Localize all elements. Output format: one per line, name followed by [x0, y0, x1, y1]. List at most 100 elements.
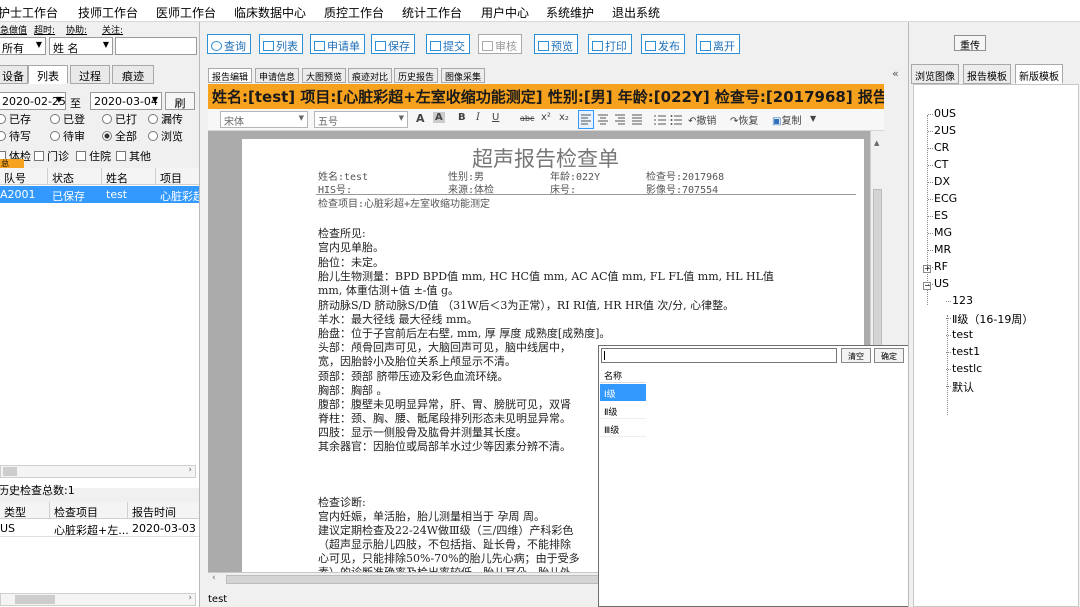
- history-horizontal-scrollbar[interactable]: ›: [0, 593, 196, 606]
- justify-button[interactable]: [630, 111, 644, 128]
- tab-list[interactable]: 列表: [28, 65, 68, 84]
- status-filter-select[interactable]: 所有 ▼: [0, 37, 46, 55]
- align-right-button[interactable]: [613, 111, 627, 128]
- tab-large-preview[interactable]: 大图预览: [302, 68, 347, 83]
- search-input[interactable]: [115, 37, 197, 55]
- menu-clinical-data-center[interactable]: 临床数据中心: [234, 4, 306, 21]
- radio-to-review[interactable]: 待审: [50, 128, 85, 144]
- col-header-item[interactable]: 项目: [156, 168, 199, 185]
- tab-trace[interactable]: 痕迹: [112, 65, 154, 84]
- tree-node-us-child[interactable]: 123: [946, 294, 973, 307]
- tree-node-us-child[interactable]: Ⅱ级（16-19周）: [945, 311, 1033, 327]
- popup-search-input[interactable]: [601, 348, 837, 363]
- col-header-report-time[interactable]: 报告时间: [128, 502, 199, 519]
- application-form-button[interactable]: 申请单: [310, 34, 365, 54]
- check-inpatient[interactable]: 住院: [76, 148, 111, 164]
- col-header-name[interactable]: 姓名: [102, 168, 156, 185]
- redo-button[interactable]: ↷恢复: [730, 112, 758, 127]
- col-header-exam-item[interactable]: 检查项目: [50, 502, 128, 519]
- list-button[interactable]: 列表: [259, 34, 303, 54]
- tree-node-ecg[interactable]: ECG: [927, 192, 957, 205]
- popup-confirm-button[interactable]: 确定: [874, 348, 904, 363]
- follow-link[interactable]: 关注:: [102, 23, 123, 36]
- preview-button[interactable]: 预览: [534, 34, 578, 54]
- copy-button[interactable]: ▣复制: [772, 112, 801, 127]
- unordered-list-button[interactable]: [669, 111, 683, 128]
- tree-node-mr[interactable]: MR: [927, 243, 951, 256]
- col-header-type[interactable]: 类型: [0, 502, 50, 519]
- tree-node-cr[interactable]: CR: [927, 141, 949, 154]
- scrollbar-thumb[interactable]: [15, 595, 55, 604]
- menu-nurse-workbench[interactable]: 护士工作台: [0, 4, 58, 21]
- tree-node-us-child[interactable]: 默认: [946, 379, 974, 395]
- option-grade-1[interactable]: Ⅰ级: [600, 384, 646, 401]
- scroll-right-icon[interactable]: ›: [188, 465, 192, 475]
- undo-button[interactable]: ↶撤销: [688, 112, 716, 127]
- bold-button[interactable]: B: [458, 112, 466, 123]
- collapse-panel-icon[interactable]: «: [892, 67, 899, 80]
- align-left-button[interactable]: [578, 110, 594, 129]
- tree-node-0us[interactable]: 0US: [927, 107, 956, 120]
- scroll-right-icon[interactable]: ›: [188, 593, 192, 603]
- reupload-button[interactable]: 重传: [954, 35, 986, 52]
- strikethrough-button[interactable]: abc: [520, 114, 534, 123]
- popup-clear-button[interactable]: 清空: [841, 348, 871, 363]
- leave-button[interactable]: 离开: [696, 34, 740, 54]
- save-button[interactable]: 保存: [371, 34, 415, 54]
- col-header-status[interactable]: 状态: [48, 168, 102, 185]
- tab-application-info[interactable]: 申请信息: [255, 68, 300, 83]
- superscript-button[interactable]: x²: [541, 112, 551, 123]
- highlight-button[interactable]: A: [433, 112, 445, 123]
- tree-node-es[interactable]: ES: [928, 209, 948, 222]
- italic-button[interactable]: I: [476, 112, 480, 123]
- font-color-button[interactable]: A: [416, 112, 425, 125]
- radio-saved[interactable]: 已存: [0, 111, 31, 127]
- scroll-left-icon[interactable]: ‹: [212, 573, 216, 583]
- query-button[interactable]: 查询: [207, 34, 251, 54]
- tree-node-us-child[interactable]: test1: [945, 345, 980, 358]
- font-size-select[interactable]: 五号 ▼: [314, 111, 408, 128]
- tree-node-us-child[interactable]: testlc: [945, 362, 982, 375]
- tree-node-us[interactable]: US: [927, 277, 949, 290]
- check-outpatient[interactable]: 门诊: [34, 148, 69, 164]
- submit-button[interactable]: 提交: [426, 34, 470, 54]
- tab-device[interactable]: 设备: [0, 65, 28, 84]
- tree-node-mg[interactable]: MG: [927, 226, 952, 239]
- menu-doctor-workbench[interactable]: 医师工作台: [156, 4, 216, 21]
- refresh-button[interactable]: 刷: [165, 92, 195, 110]
- menu-qc-workbench[interactable]: 质控工作台: [324, 4, 384, 21]
- tab-trace-compare[interactable]: 痕迹对比: [348, 68, 393, 83]
- menu-technician-workbench[interactable]: 技师工作台: [78, 4, 138, 21]
- publish-button[interactable]: 发布: [641, 34, 685, 54]
- more-options-icon[interactable]: ▼: [810, 114, 816, 123]
- tree-node-us-child[interactable]: test: [945, 328, 973, 341]
- radio-registered[interactable]: 已登: [50, 111, 85, 127]
- tree-node-ct[interactable]: CT: [927, 158, 948, 171]
- underline-button[interactable]: U: [492, 112, 499, 123]
- option-grade-2[interactable]: Ⅱ级: [600, 402, 646, 419]
- review-button[interactable]: 审核: [478, 34, 522, 54]
- radio-all[interactable]: 全部: [102, 128, 137, 144]
- menu-statistics-workbench[interactable]: 统计工作台: [402, 4, 462, 21]
- urgent-link[interactable]: 急做值: [0, 23, 27, 36]
- tree-node-rf[interactable]: RF: [928, 260, 948, 273]
- col-header-queue[interactable]: 队号: [0, 168, 48, 185]
- worklist-horizontal-scrollbar[interactable]: ›: [0, 465, 196, 478]
- tree-node-2us[interactable]: 2US: [927, 124, 956, 137]
- radio-browse[interactable]: 浏览: [148, 128, 183, 144]
- menu-system-maintenance[interactable]: 系统维护: [546, 4, 594, 21]
- align-center-button[interactable]: [596, 111, 610, 128]
- table-row[interactable]: A2001 已保存 test 心脏彩超: [0, 186, 199, 203]
- overtime-link[interactable]: 超时:: [34, 23, 55, 36]
- radio-missed[interactable]: 漏传: [148, 111, 183, 127]
- tab-report-edit[interactable]: 报告编辑: [208, 68, 253, 83]
- search-field-select[interactable]: 姓 名 ▼: [49, 37, 113, 55]
- radio-to-write[interactable]: 待写: [0, 128, 31, 144]
- tab-image-capture[interactable]: 图像采集: [441, 68, 486, 83]
- date-from-picker[interactable]: 2020-02-25 ▼: [0, 92, 66, 110]
- font-family-select[interactable]: 宋体 ▼: [220, 111, 308, 128]
- scrollbar-thumb[interactable]: [3, 467, 17, 476]
- option-grade-3[interactable]: Ⅲ级: [600, 420, 646, 437]
- print-button[interactable]: 打印: [588, 34, 632, 54]
- tab-browse-images[interactable]: 浏览图像: [911, 64, 959, 84]
